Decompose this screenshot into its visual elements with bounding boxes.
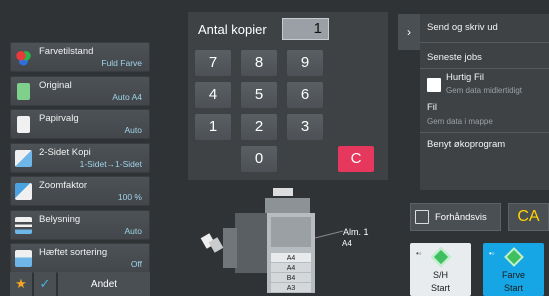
side-tray: [223, 228, 237, 268]
ca-button[interactable]: CA: [508, 203, 549, 231]
output-paper-icon: [273, 188, 293, 196]
color-mode-icon: [15, 49, 32, 66]
setting-label: Papirvalg: [39, 113, 79, 124]
key-0[interactable]: 0: [241, 146, 277, 172]
setting-duplex[interactable]: 2-Sidet Kopi 1-Sidet→1-Sidet: [10, 142, 150, 173]
setting-label: Belysning: [39, 213, 81, 225]
drawer-label: A4: [287, 255, 296, 262]
copy-count-label: Antal kopier: [198, 22, 267, 37]
setting-value: Fuld Farve: [101, 58, 142, 68]
setting-original[interactable]: Original Auto A4: [10, 75, 150, 106]
drawer-label: A4: [287, 265, 296, 272]
key-2[interactable]: 2: [241, 114, 277, 140]
setting-paper[interactable]: Papirvalg Auto: [10, 109, 150, 139]
color-start-sublabel: Start: [503, 283, 523, 293]
setting-value: Auto: [124, 125, 143, 135]
copy-count-display[interactable]: 1: [282, 18, 329, 40]
bypass-tray-label: Alm. 1: [343, 227, 369, 237]
finisher-unit: [235, 213, 270, 273]
menu-send-print[interactable]: Send og skriv ud: [427, 22, 498, 33]
key-8[interactable]: 8: [241, 50, 277, 76]
check-icon[interactable]: ✓: [34, 272, 56, 296]
menu-divider: [420, 42, 549, 43]
bw-start-button[interactable]: •◦ S/H Start: [410, 243, 471, 296]
key-6[interactable]: 6: [287, 82, 323, 108]
key-7[interactable]: 7: [195, 50, 231, 76]
bottom-toolbar: ★ ✓ Andet: [10, 272, 150, 296]
setting-color-mode[interactable]: Farvetilstand Fuld Farve: [10, 42, 150, 72]
key-5[interactable]: 5: [241, 82, 277, 108]
setting-label: Hæftet sortering: [39, 247, 108, 258]
setting-label: Zoomfaktor: [39, 180, 88, 191]
setting-value: Auto: [124, 225, 143, 236]
setting-label: 2-Sidet Kopi: [39, 146, 91, 158]
key-1[interactable]: 1: [195, 114, 231, 140]
drawer-label: B4: [287, 275, 296, 282]
tray-pointer: [314, 230, 344, 239]
exposure-icon: [15, 216, 32, 234]
preview-label: Forhåndsvis: [435, 211, 487, 223]
key-9[interactable]: 9: [287, 50, 323, 76]
bw-start-label: S/H: [432, 270, 448, 280]
document-feed-icon: [200, 233, 224, 253]
menu-quick-file[interactable]: Hurtig Fil: [446, 72, 484, 83]
key-4[interactable]: 4: [195, 82, 231, 108]
setting-value: 1-Sidet→1-Sidet: [79, 158, 142, 169]
bypass-tray-size: A4: [342, 239, 352, 248]
bw-dots-icon: •◦: [416, 249, 422, 258]
setting-exposure[interactable]: Belysning Auto: [10, 209, 150, 240]
menu-divider: [420, 68, 549, 69]
zoom-icon: [15, 183, 32, 200]
clear-button[interactable]: C: [338, 146, 374, 172]
original-document-icon: [17, 82, 30, 100]
setting-zoom[interactable]: Zoomfaktor 100 %: [10, 176, 150, 206]
settings-list: Farvetilstand Fuld Farve Original Auto A…: [10, 42, 150, 277]
quick-file-checkbox[interactable]: [427, 78, 441, 92]
start-diamond-icon: [431, 247, 451, 267]
action-menu: Send og skriv ud Seneste jobs Hurtig Fil…: [420, 14, 549, 190]
setting-value: Off: [130, 259, 142, 269]
setting-label: Original: [39, 79, 72, 91]
start-diamond-icon: [504, 247, 524, 267]
staple-sort-icon: [15, 250, 32, 267]
menu-divider: [420, 132, 549, 133]
drawer-label: A3: [287, 285, 296, 292]
setting-value: Auto A4: [112, 91, 142, 102]
copy-count-keypad: Antal kopier 1 7 8 9 4 5 6 1 2 3 0 C: [188, 12, 388, 180]
preview-button[interactable]: Forhåndsvis: [410, 203, 501, 231]
color-start-button[interactable]: •◦ Farve Start: [483, 243, 544, 296]
key-3[interactable]: 3: [287, 114, 323, 140]
copier-illustration: A4 A4 B4 A3: [200, 188, 344, 293]
menu-file-sub: Gem data i mappe: [427, 117, 493, 126]
menu-toggle-button[interactable]: ›: [398, 14, 420, 50]
favorite-star-icon[interactable]: ★: [10, 272, 32, 296]
setting-value: 100 %: [117, 192, 142, 202]
andet-button[interactable]: Andet: [58, 272, 150, 296]
paper-select-icon: [17, 116, 30, 133]
setting-staple-sort[interactable]: Hæftet sortering Off: [10, 243, 150, 273]
color-start-label: Farve: [501, 270, 525, 280]
duplex-icon: [15, 149, 32, 167]
menu-quick-file-sub: Gem data midlertidigt: [446, 86, 523, 95]
color-dots-icon: •◦: [489, 249, 495, 258]
bw-start-sublabel: Start: [430, 283, 450, 293]
menu-recent-jobs[interactable]: Seneste jobs: [427, 52, 482, 63]
menu-file[interactable]: Fil: [427, 102, 437, 113]
menu-eco[interactable]: Benyt økoprogram: [427, 139, 505, 150]
setting-label: Farvetilstand: [39, 46, 94, 57]
preview-icon: [415, 210, 429, 224]
